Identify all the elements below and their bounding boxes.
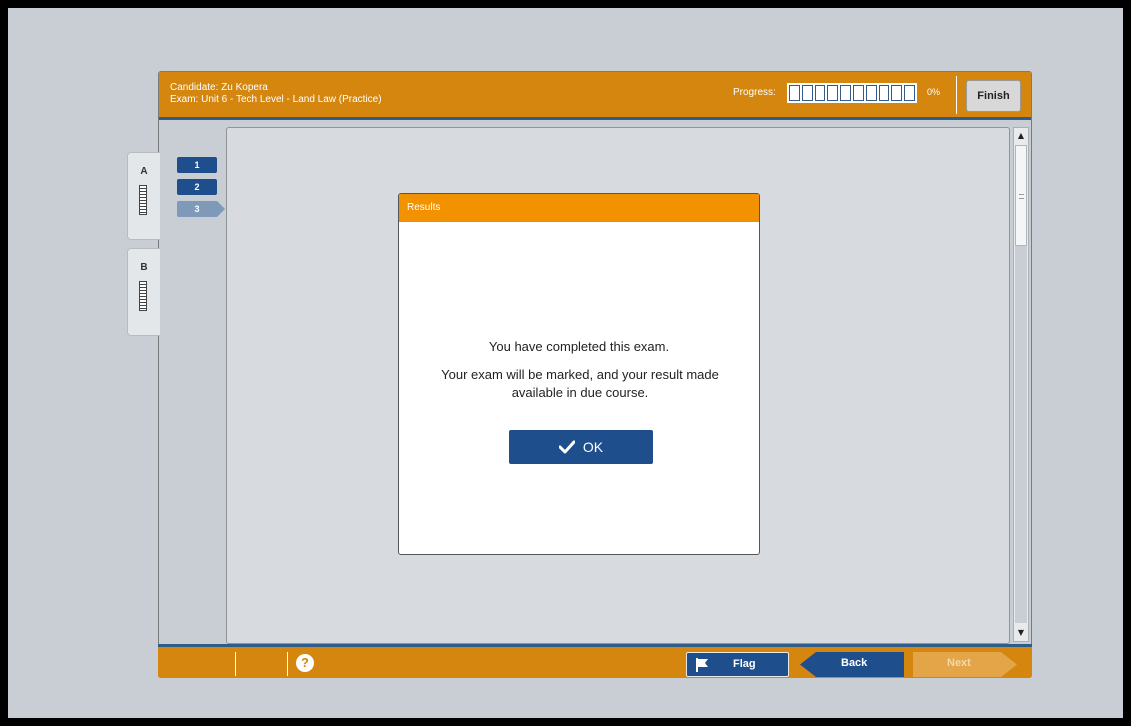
section-tab-label: B [140, 262, 148, 273]
finish-button[interactable]: Finish [966, 80, 1021, 112]
back-label: Back [841, 657, 868, 669]
scroll-track[interactable] [1015, 246, 1027, 623]
footer-divider [287, 652, 288, 676]
question-circle-icon[interactable]: ? [296, 654, 314, 672]
progress-segment [865, 85, 877, 101]
exam-header: Candidate: Zu Kopera Exam: Unit 6 - Tech… [159, 72, 1031, 120]
section-tab-label: A [140, 166, 148, 177]
scroll-thumb[interactable] [1015, 145, 1027, 246]
header-divider [956, 76, 957, 114]
progress-segment [840, 85, 851, 101]
progress-segment [878, 85, 890, 101]
progress-segment [891, 85, 903, 101]
section-tab-b[interactable]: B [127, 248, 160, 336]
progress-segment [827, 85, 839, 101]
ok-button[interactable]: OK [509, 430, 653, 464]
question-navigator: 1 2 3 [167, 128, 235, 646]
section-tab-a[interactable]: A [127, 152, 160, 240]
progress-segment [814, 85, 826, 101]
progress-bar [787, 83, 917, 103]
candidate-name: Candidate: Zu Kopera [170, 82, 268, 93]
dialog-message-completed: You have completed this exam. [488, 339, 670, 354]
progress-segment [801, 85, 813, 101]
section-progress-bar [139, 281, 147, 311]
footer-divider [235, 652, 236, 676]
next-label: Next [947, 657, 971, 669]
progress-label: Progress: [733, 87, 776, 98]
progress-segment [852, 85, 864, 101]
flag-icon [696, 658, 708, 672]
scroll-up-arrow-icon[interactable]: ▲ [1014, 128, 1028, 144]
next-button: Next [913, 652, 1017, 677]
candidate-info: Candidate: Zu Kopera Exam: Unit 6 - Tech… [170, 82, 382, 106]
dialog-title: Results [399, 194, 759, 222]
exam-footer: ? Flag Back Next [158, 644, 1032, 678]
question-button-3[interactable]: 3 [177, 201, 225, 217]
results-dialog: Results You have completed this exam. Yo… [398, 193, 760, 555]
ok-label: OK [582, 439, 604, 455]
checkmark-icon [558, 440, 575, 454]
exam-name: Exam: Unit 6 - Tech Level - Land Law (Pr… [170, 94, 382, 105]
flag-label: Flag [733, 658, 756, 670]
content-scrollbar[interactable]: ▲ ▼ [1013, 127, 1029, 642]
dialog-message-marking: Your exam will be marked, and your resul… [441, 367, 719, 400]
question-button-2[interactable]: 2 [177, 179, 217, 195]
back-button[interactable]: Back [800, 652, 904, 677]
section-progress-bar [139, 185, 147, 215]
scroll-down-arrow-icon[interactable]: ▼ [1014, 625, 1028, 641]
question-button-1[interactable]: 1 [177, 157, 217, 173]
progress-segment [904, 85, 915, 101]
progress-percent: 0% [927, 87, 941, 97]
progress-segment [789, 85, 800, 101]
flag-button[interactable]: Flag [686, 652, 789, 677]
